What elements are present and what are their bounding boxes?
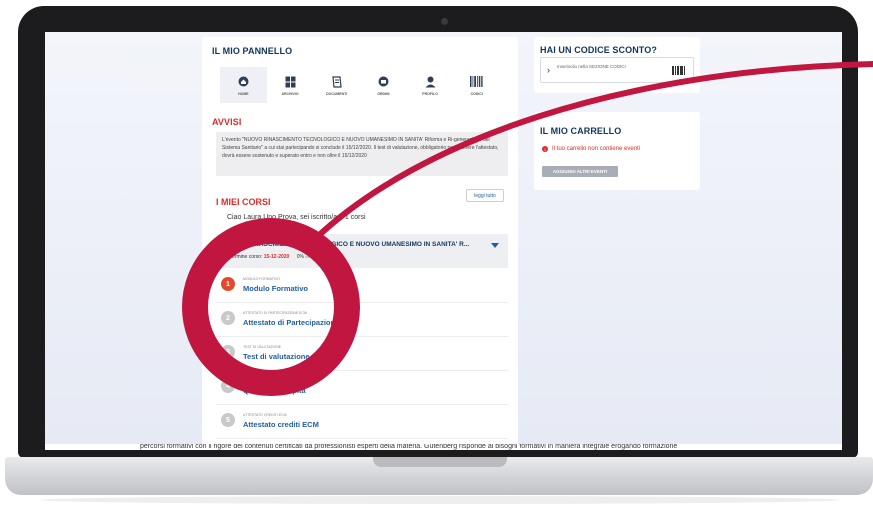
user-icon <box>423 75 437 89</box>
camera-icon <box>441 18 448 25</box>
module-caption: ATTESTATO CREDITI ECM <box>243 413 287 417</box>
tab-label: HOME <box>238 91 249 96</box>
cart-empty-message: ! Il tuo carrello non contiene eventi <box>542 146 640 152</box>
tab-documents[interactable]: DOCUMENTI <box>313 67 360 103</box>
courses-title: I MIEI CORSI <box>216 197 271 207</box>
discount-placeholder: Inseriscilo nella SEZIONE CODICI <box>557 64 626 69</box>
laptop-screen: IL MIO PANNELLO HOME ARCHIVIO DOCUMENTI <box>45 32 842 450</box>
tab-orders[interactable]: ORDINI <box>360 67 407 103</box>
tab-label: DOCUMENTI <box>326 91 348 96</box>
tab-archive[interactable]: ARCHIVIO <box>267 67 314 103</box>
tab-label: ARCHIVIO <box>281 91 299 96</box>
tab-label: CODICI <box>470 91 483 96</box>
cart-title: IL MIO CARRELLO <box>540 126 622 136</box>
read-more-button[interactable]: leggi tutto <box>466 189 504 202</box>
discount-code-input[interactable]: › Inseriscilo nella SEZIONE CODICI <box>540 57 694 83</box>
laptop-notch <box>373 457 507 467</box>
document-icon <box>330 75 344 89</box>
barcode-icon <box>470 75 484 89</box>
panel-title: IL MIO PANNELLO <box>212 46 293 56</box>
laptop-shadow <box>40 496 840 504</box>
orders-icon <box>376 75 390 89</box>
module-name: Attestato crediti ECM <box>243 420 319 429</box>
avvisi-title: AVVISI <box>212 117 242 127</box>
footer-text: percorsi formativi con il rigore dei con… <box>45 444 842 450</box>
cart-empty-text: Il tuo carrello non contiene eventi <box>552 146 641 152</box>
module-number: 5 <box>221 413 235 427</box>
tab-profile[interactable]: PROFILO <box>407 67 454 103</box>
cart-card: IL MIO CARRELLO ! Il tuo carrello non co… <box>534 112 700 190</box>
tab-label: PROFILO <box>422 91 438 96</box>
home-icon <box>236 75 250 89</box>
discount-card: HAI UN CODICE SCONTO? › Inseriscilo nell… <box>534 37 700 93</box>
tab-codes[interactable]: CODICI <box>453 67 500 103</box>
panel-tabbar: HOME ARCHIVIO DOCUMENTI ORDINI PROFILO C… <box>220 67 500 103</box>
discount-title: HAI UN CODICE SCONTO? <box>540 45 657 55</box>
chevron-down-icon[interactable] <box>491 243 499 248</box>
notice-text: L'evento "NUOVO RINASCIMENTO TECNOLOGICO… <box>216 132 508 176</box>
highlight-ring <box>182 218 360 396</box>
add-events-button[interactable]: AGGIUNGI ALTRI EVENTI <box>542 166 618 177</box>
chevron-right-icon: › <box>547 65 550 75</box>
barcode-icon <box>672 66 685 75</box>
tab-home[interactable]: HOME <box>220 67 267 103</box>
alert-icon: ! <box>542 146 548 152</box>
archive-icon <box>283 75 297 89</box>
module-item[interactable]: 5 ATTESTATO CREDITI ECM Attestato credit… <box>216 404 508 439</box>
tab-label: ORDINI <box>377 91 390 96</box>
